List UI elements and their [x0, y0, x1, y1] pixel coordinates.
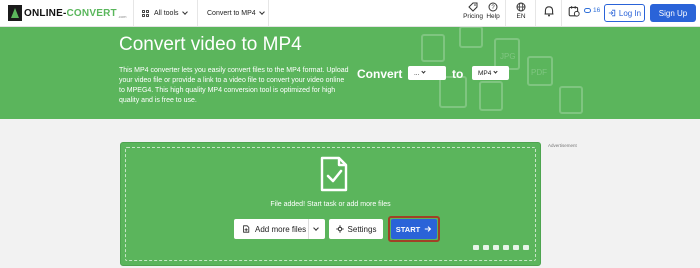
all-tools-label: All tools [154, 9, 179, 17]
help-icon: ? [488, 2, 498, 12]
folder-icon[interactable] [473, 245, 479, 250]
link-icon[interactable] [483, 245, 489, 250]
credits-badge[interactable]: 16 [584, 7, 600, 14]
signup-button[interactable]: Sign Up [650, 4, 696, 22]
convert-label: Convert [357, 67, 403, 81]
nav-divider [133, 0, 134, 26]
login-button[interactable]: Log In [604, 4, 645, 22]
page-title: Convert video to MP4 [119, 34, 302, 55]
upload-dropzone[interactable]: File added! Start task or add more files… [120, 142, 541, 266]
notifications-button[interactable] [538, 5, 560, 18]
nav-divider [197, 0, 198, 26]
gear-icon [335, 225, 344, 233]
dropbox-icon[interactable] [493, 245, 499, 250]
bell-icon [544, 6, 554, 17]
chevron-down-icon [258, 8, 265, 15]
logo-suffix: .com [117, 13, 127, 19]
upload-status-text: File added! Start task or add more files [270, 201, 391, 208]
svg-text:PDF: PDF [531, 68, 547, 77]
convert-to-menu[interactable]: Convert to MP4 [207, 0, 265, 26]
history-button[interactable] [563, 5, 585, 18]
pricing-link[interactable]: Pricing [462, 2, 484, 20]
globe-icon [516, 2, 526, 12]
grid-icon [142, 9, 149, 17]
logo-text: ONLINE-CONVERT [24, 7, 117, 19]
nav-divider [268, 0, 269, 26]
svg-text:JPG: JPG [500, 52, 516, 61]
start-button[interactable]: START [391, 219, 437, 239]
chevron-down-icon [181, 8, 188, 15]
nav-divider [535, 0, 536, 26]
cloud-source-icons [473, 245, 529, 250]
source-format-select[interactable]: ... [408, 66, 446, 80]
site-logo[interactable]: ONLINE-CONVERT .com [8, 5, 126, 21]
chevron-down-icon [493, 69, 498, 74]
onedrive-icon[interactable] [513, 245, 519, 250]
language-selector[interactable]: EN [510, 2, 532, 20]
hero-banner: JPG PDF Convert video to MP4 This MP4 co… [0, 27, 700, 119]
to-label: to [452, 67, 464, 81]
tag-icon [468, 2, 478, 12]
target-format-select[interactable]: MP4 [472, 66, 509, 80]
split-divider [308, 219, 309, 239]
page-description: This MP4 converter lets you easily conve… [119, 67, 349, 104]
login-icon [608, 9, 616, 17]
nav-divider [505, 0, 506, 26]
help-link[interactable]: ? Help [482, 2, 504, 20]
calendar-clock-icon [568, 6, 580, 17]
file-check-icon [320, 156, 348, 192]
add-more-files-button[interactable]: Add more files [234, 219, 325, 239]
all-tools-menu[interactable]: All tools [142, 0, 188, 26]
credits-icon [584, 8, 591, 13]
google-drive-icon[interactable] [503, 245, 509, 250]
chevron-down-icon [421, 69, 427, 74]
file-add-icon [243, 225, 250, 233]
top-navigation-bar: ONLINE-CONVERT .com All tools Convert to… [0, 0, 700, 27]
convert-to-label: Convert to MP4 [207, 9, 256, 17]
advertisement-label: Advertisement [548, 143, 577, 148]
logo-icon [8, 5, 22, 21]
nav-divider [561, 0, 562, 26]
arrow-right-icon [425, 226, 432, 232]
settings-button[interactable]: Settings [329, 219, 383, 239]
chevron-down-icon[interactable] [313, 225, 319, 231]
url-icon[interactable] [523, 245, 529, 250]
